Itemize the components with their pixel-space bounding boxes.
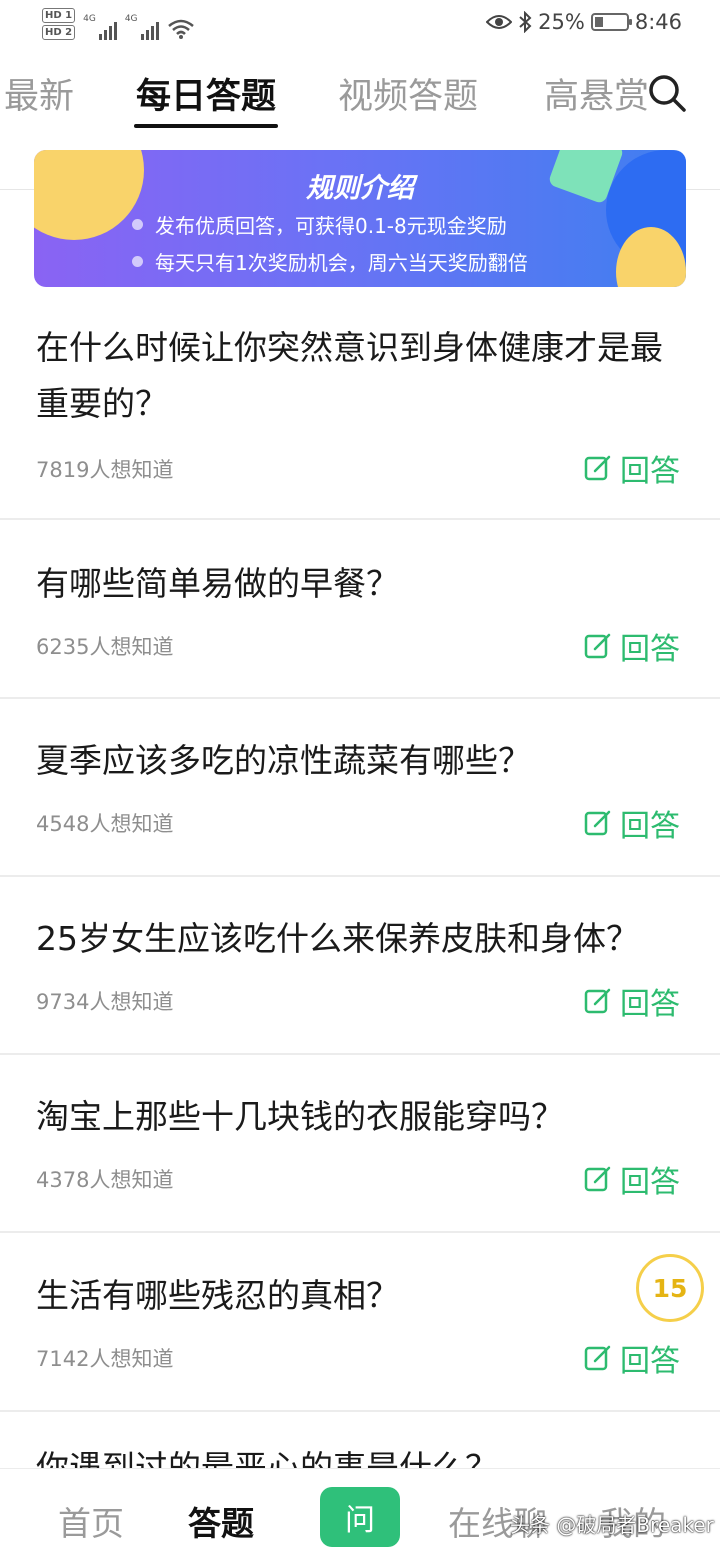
answer-button[interactable]: 回答 (584, 446, 680, 490)
question-item[interactable]: 生活有哪些残忍的真相？ 7142人想知道 回答 (0, 1268, 720, 1412)
edit-icon (584, 455, 611, 481)
nav-answer[interactable]: 答题 (188, 1497, 254, 1545)
question-item[interactable]: 夏季应该多吃的凉性蔬菜有哪些？ 4548人想知道 回答 (0, 733, 720, 877)
watermark: 头条 @破局者Breaker (510, 1513, 714, 1537)
answer-button[interactable]: 回答 (584, 624, 680, 668)
ask-button[interactable]: 问 (320, 1487, 400, 1547)
active-tab-indicator (134, 124, 278, 128)
rules-banner[interactable]: 规则介绍 发布优质回答，可获得0.1-8元现金奖励 每天只有1次奖励机会，周六当… (34, 150, 686, 287)
edit-icon (584, 1345, 611, 1371)
reward-timer-badge[interactable]: 15 (636, 1254, 704, 1322)
nav-home[interactable]: 首页 (58, 1497, 124, 1545)
status-bar: HD 1 HD 2 4G 4G 25% 8:46 (0, 0, 720, 52)
answer-button[interactable]: 回答 (584, 801, 680, 845)
battery-icon (590, 13, 632, 31)
tab-video-answer[interactable]: 视频答题 (338, 68, 478, 119)
question-count: 6235人想知道 (36, 635, 174, 659)
divider (0, 875, 720, 877)
edit-icon (584, 988, 611, 1014)
hd2-indicator: HD 2 (42, 25, 76, 40)
answer-button[interactable]: 回答 (584, 979, 680, 1023)
tab-high-reward[interactable]: 高悬赏 (544, 68, 649, 119)
question-item[interactable]: 25岁女生应该吃什么来保养皮肤和身体？ 9734人想知道 回答 (0, 911, 720, 1055)
question-count: 7819人想知道 (36, 458, 174, 482)
banner-rule-2: 每天只有1次奖励机会，周六当天奖励翻倍 (132, 247, 528, 276)
question-count: 4548人想知道 (36, 812, 174, 836)
question-item[interactable]: 在什么时候让你突然意识到身体健康才是最重要的？ 7819人想知道 回答 (0, 320, 720, 520)
question-title[interactable]: 夏季应该多吃的凉性蔬菜有哪些？ (36, 733, 690, 789)
question-item[interactable]: 有哪些简单易做的早餐？ 6235人想知道 回答 (0, 556, 720, 699)
top-tabs: 最新 每日答题 视频答题 高悬赏 (0, 60, 720, 190)
question-title[interactable]: 25岁女生应该吃什么来保养皮肤和身体？ (36, 911, 690, 967)
edit-icon (584, 633, 611, 659)
tab-latest[interactable]: 最新 (4, 68, 74, 119)
question-title[interactable]: 在什么时候让你突然意识到身体健康才是最重要的？ (36, 320, 690, 432)
divider (0, 1231, 720, 1233)
wifi-icon (167, 19, 194, 39)
divider (0, 1053, 720, 1055)
question-title[interactable]: 淘宝上那些十几块钱的衣服能穿吗？ (36, 1089, 690, 1145)
answer-button[interactable]: 回答 (584, 1157, 680, 1201)
divider (0, 518, 720, 520)
question-count: 7142人想知道 (36, 1347, 174, 1371)
bluetooth-icon (519, 11, 532, 33)
divider (0, 1410, 720, 1412)
question-item[interactable]: 淘宝上那些十几块钱的衣服能穿吗？ 4378人想知道 回答 (0, 1089, 720, 1233)
signal-icon-1: 4G (83, 14, 117, 40)
question-count: 4378人想知道 (36, 1168, 174, 1192)
question-count: 9734人想知道 (36, 990, 174, 1014)
edit-icon (584, 1166, 611, 1192)
search-icon[interactable] (646, 72, 688, 114)
answer-button[interactable]: 回答 (584, 1336, 680, 1380)
question-title[interactable]: 生活有哪些残忍的真相？ (36, 1268, 690, 1324)
clock: 8:46 (634, 10, 682, 34)
banner-rule-1: 发布优质回答，可获得0.1-8元现金奖励 (132, 210, 507, 239)
divider (0, 697, 720, 699)
banner-title: 规则介绍 (306, 173, 414, 204)
edit-icon (584, 810, 611, 836)
signal-icon-2: 4G (125, 14, 159, 40)
battery-percent: 25% (538, 10, 585, 34)
bottom-nav: 首页 答题 问 在线聊 我的 头条 @破局者Breaker (0, 1468, 720, 1560)
question-title[interactable]: 有哪些简单易做的早餐？ (36, 556, 690, 612)
eye-icon (486, 15, 513, 29)
tab-daily-answer[interactable]: 每日答题 (136, 68, 276, 119)
hd1-indicator: HD 1 (42, 8, 76, 23)
